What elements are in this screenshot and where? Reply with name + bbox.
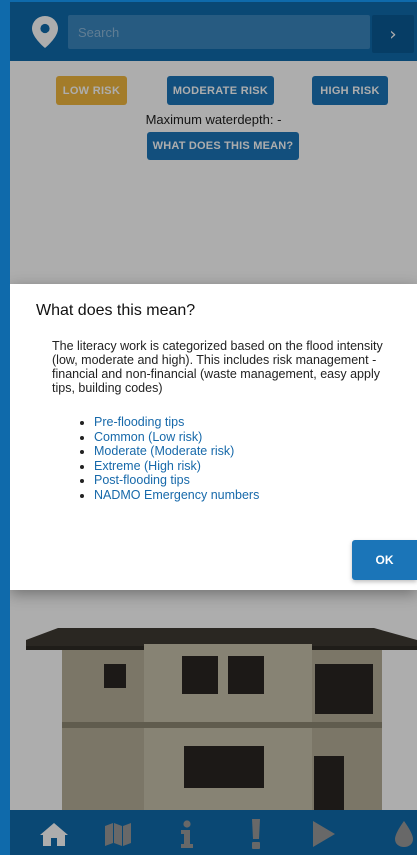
dialog-body-text: The literacy work is categorized based o… — [52, 339, 383, 395]
common-low-risk-link[interactable]: Common (Low risk) — [94, 430, 202, 444]
dialog-title: What does this mean? — [36, 302, 196, 319]
list-item: Post-flooding tips — [94, 473, 259, 488]
moderate-risk-link[interactable]: Moderate (Moderate risk) — [94, 444, 234, 458]
list-item: Pre-flooding tips — [94, 415, 259, 430]
list-item: NADMO Emergency numbers — [94, 488, 259, 503]
ok-button[interactable]: OK — [352, 540, 417, 580]
list-item: Extreme (High risk) — [94, 459, 259, 474]
nadmo-emergency-numbers-link[interactable]: NADMO Emergency numbers — [94, 488, 259, 502]
extreme-high-risk-link[interactable]: Extreme (High risk) — [94, 459, 201, 473]
list-item: Moderate (Moderate risk) — [94, 444, 259, 459]
tips-link-list: Pre-flooding tips Common (Low risk) Mode… — [80, 415, 259, 502]
pre-flooding-tips-link[interactable]: Pre-flooding tips — [94, 415, 184, 429]
post-flooding-tips-link[interactable]: Post-flooding tips — [94, 473, 190, 487]
app-frame: › LOW RISK MODERATE RISK HIGH RISK Maxim… — [10, 2, 417, 855]
list-item: Common (Low risk) — [94, 430, 259, 445]
info-dialog: What does this mean? The literacy work i… — [10, 284, 417, 590]
